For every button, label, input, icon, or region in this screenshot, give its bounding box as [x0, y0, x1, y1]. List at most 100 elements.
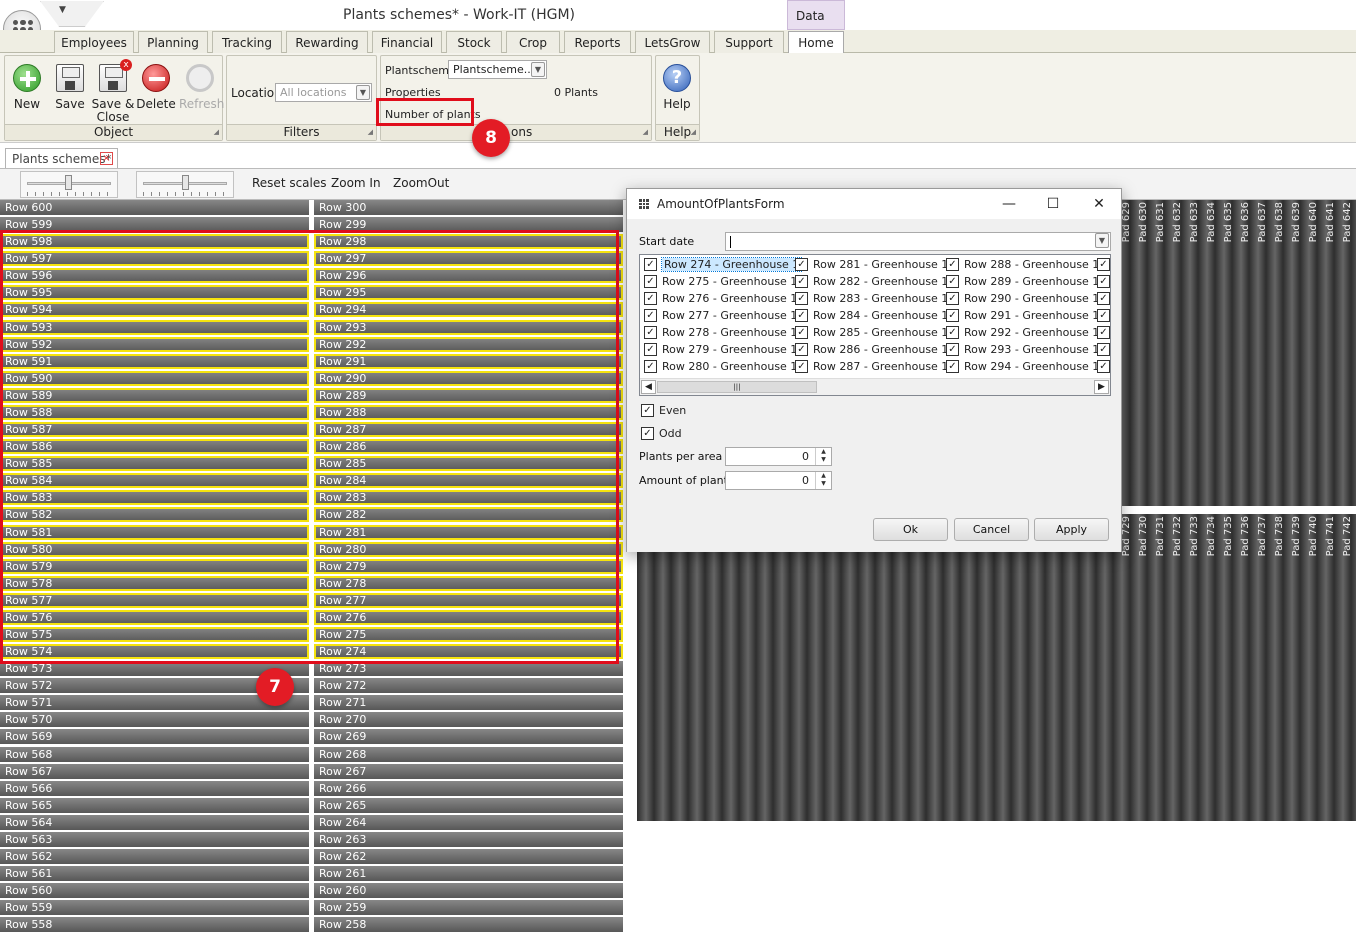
scale-slider-vertical[interactable] — [136, 171, 234, 198]
ok-button[interactable]: Ok — [873, 518, 948, 541]
row-checkbox[interactable]: ✓ Row 293 - Greenhouse 1 — [944, 342, 1099, 357]
row-bar[interactable]: Row 263 — [314, 831, 623, 847]
row-checkbox[interactable]: ✓ Row 285 - Greenhouse 1 — [793, 325, 948, 340]
location-select[interactable]: All locations ▼ — [275, 83, 372, 102]
row-bar[interactable]: Row 265 — [314, 797, 623, 813]
odd-checkbox[interactable]: ✓ Odd — [641, 427, 682, 441]
tab-rewarding[interactable]: Rewarding — [286, 31, 368, 53]
row-checkbox-partial[interactable]: ✓ — [1095, 359, 1110, 374]
row-bar[interactable]: Row 266 — [314, 780, 623, 796]
close-icon[interactable]: × — [100, 152, 113, 165]
spinner[interactable]: ▲ ▼ — [815, 448, 831, 465]
help-button[interactable]: ? Help — [657, 62, 697, 111]
scroll-left-icon[interactable]: ◀ — [641, 380, 656, 394]
scroll-right-icon[interactable]: ▶ — [1094, 380, 1109, 394]
row-checkbox[interactable]: ✓ Row 282 - Greenhouse 1 — [793, 274, 948, 289]
tab-home[interactable]: Home — [788, 31, 844, 54]
refresh-button[interactable]: Refresh — [179, 62, 224, 111]
row-bar[interactable]: Row 560 — [0, 883, 309, 899]
tab-planning[interactable]: Planning — [138, 31, 208, 53]
dialog-launcher-icon[interactable]: ◢ — [643, 128, 648, 136]
zoom-out-button[interactable]: ZoomOut — [393, 176, 449, 190]
row-checkbox[interactable]: ✓ Row 292 - Greenhouse 1 — [944, 325, 1099, 340]
row-checkbox-partial[interactable]: ✓ — [1095, 274, 1110, 289]
row-bar[interactable]: Row 269 — [314, 729, 623, 745]
row-bar[interactable]: Row 566 — [0, 780, 309, 796]
row-checkbox[interactable]: ✓ Row 278 - Greenhouse 1 — [642, 325, 797, 340]
spin-down-icon[interactable]: ▼ — [816, 480, 831, 488]
row-checkbox[interactable]: ✓ Row 291 - Greenhouse 1 — [944, 308, 1099, 323]
zoom-in-button[interactable]: Zoom In — [331, 176, 381, 190]
document-tab-plants-schemes[interactable]: Plants schemes* × — [5, 148, 118, 168]
row-checkbox[interactable]: ✓ Row 288 - Greenhouse 1 — [944, 257, 1099, 272]
row-bar[interactable]: Row 568 — [0, 746, 309, 762]
row-bar[interactable]: Row 261 — [314, 866, 623, 882]
row-bar[interactable]: Row 564 — [0, 814, 309, 830]
row-bar[interactable]: Row 270 — [314, 712, 623, 728]
tab-stock[interactable]: Stock — [446, 31, 502, 53]
row-checkbox[interactable]: ✓ Row 286 - Greenhouse 1 — [793, 342, 948, 357]
delete-button[interactable]: Delete — [136, 62, 176, 111]
row-bar[interactable]: Row 567 — [0, 763, 309, 779]
maximize-icon[interactable]: ☐ — [1041, 193, 1065, 215]
slider-thumb[interactable] — [65, 175, 72, 190]
save-close-button[interactable]: x Save & Close — [91, 59, 135, 124]
close-icon[interactable]: ✕ — [1087, 193, 1111, 215]
row-checklist[interactable]: ✓ Row 274 - Greenhouse 1 ✓ Row 281 - Greenh… — [639, 254, 1111, 396]
spin-up-icon[interactable]: ▲ — [816, 448, 831, 456]
row-checkbox[interactable]: ✓ Row 287 - Greenhouse 1 — [793, 359, 948, 374]
row-checkbox[interactable]: ✓ Row 289 - Greenhouse 1 — [944, 274, 1099, 289]
row-checkbox-partial[interactable]: ✓ — [1095, 342, 1110, 357]
row-checkbox[interactable]: ✓ Row 284 - Greenhouse 1 — [793, 308, 948, 323]
row-checkbox[interactable]: ✓ Row 276 - Greenhouse 1 — [642, 291, 797, 306]
row-bar[interactable]: Row 558 — [0, 917, 309, 932]
row-checkbox-partial[interactable]: ✓ — [1095, 291, 1110, 306]
row-bar[interactable]: Row 565 — [0, 797, 309, 813]
row-checkbox[interactable]: ✓ Row 281 - Greenhouse 1 — [793, 257, 948, 272]
row-checkbox[interactable]: ✓ Row 280 - Greenhouse 1 — [642, 359, 797, 374]
pad-block-bottom[interactable]: Pad 729 Pad 730 Pad 731 Pad 732 Pad 733 Pad 7… — [637, 514, 1356, 821]
row-checkbox-partial[interactable]: ✓ — [1095, 325, 1110, 340]
tab-crop[interactable]: Crop — [506, 31, 560, 53]
tab-support[interactable]: Support — [714, 31, 784, 53]
row-checkbox[interactable]: ✓ Row 283 - Greenhouse 1 — [793, 291, 948, 306]
row-bar[interactable]: Row 267 — [314, 763, 623, 779]
plantscheme-select[interactable]: Plantscheme... ▼ — [448, 60, 547, 79]
minimize-icon[interactable]: — — [997, 193, 1021, 215]
row-bar[interactable]: Row 600 — [0, 200, 309, 215]
row-bar[interactable]: Row 562 — [0, 849, 309, 865]
quick-access-toolbar[interactable]: ▼ — [40, 1, 104, 27]
tab-reports[interactable]: Reports — [564, 31, 631, 53]
tab-letsgrow[interactable]: LetsGrow — [635, 31, 710, 53]
row-bar[interactable]: Row 271 — [314, 695, 623, 711]
row-checkbox[interactable]: ✓ Row 277 - Greenhouse 1 — [642, 308, 797, 323]
cancel-button[interactable]: Cancel — [954, 518, 1029, 541]
row-checkbox[interactable]: ✓ Row 294 - Greenhouse 1 — [944, 359, 1099, 374]
context-tab-data[interactable]: Data — [787, 0, 845, 30]
spin-up-icon[interactable]: ▲ — [816, 472, 831, 480]
row-checkbox-partial[interactable]: ✓ — [1095, 257, 1110, 272]
apply-button[interactable]: Apply — [1034, 518, 1109, 541]
row-bar[interactable]: Row 569 — [0, 729, 309, 745]
row-checkbox[interactable]: ✓ Row 290 - Greenhouse 1 — [944, 291, 1099, 306]
even-checkbox[interactable]: ✓ Even — [641, 404, 686, 418]
save-button[interactable]: Save — [50, 62, 90, 111]
row-bar[interactable]: Row 268 — [314, 746, 623, 762]
dialog-launcher-icon[interactable]: ◢ — [214, 128, 219, 136]
dialog-launcher-icon[interactable]: ◢ — [691, 128, 696, 136]
start-date-input[interactable]: ▼ — [725, 232, 1111, 251]
row-bar[interactable]: Row 260 — [314, 883, 623, 899]
row-bar[interactable]: Row 262 — [314, 849, 623, 865]
row-bar[interactable]: Row 258 — [314, 917, 623, 932]
new-button[interactable]: New — [7, 62, 47, 111]
spinner[interactable]: ▲ ▼ — [815, 472, 831, 489]
row-bar[interactable]: Row 561 — [0, 866, 309, 882]
spin-down-icon[interactable]: ▼ — [816, 456, 831, 464]
tab-employees[interactable]: Employees — [54, 31, 134, 53]
row-bar[interactable]: Row 559 — [0, 900, 309, 916]
row-bar[interactable]: Row 563 — [0, 831, 309, 847]
row-bar[interactable]: Row 300 — [314, 200, 623, 215]
row-bar[interactable]: Row 570 — [0, 712, 309, 728]
row-checkbox[interactable]: ✓ Row 274 - Greenhouse 1 — [642, 257, 803, 272]
dialog-launcher-icon[interactable]: ◢ — [368, 128, 373, 136]
